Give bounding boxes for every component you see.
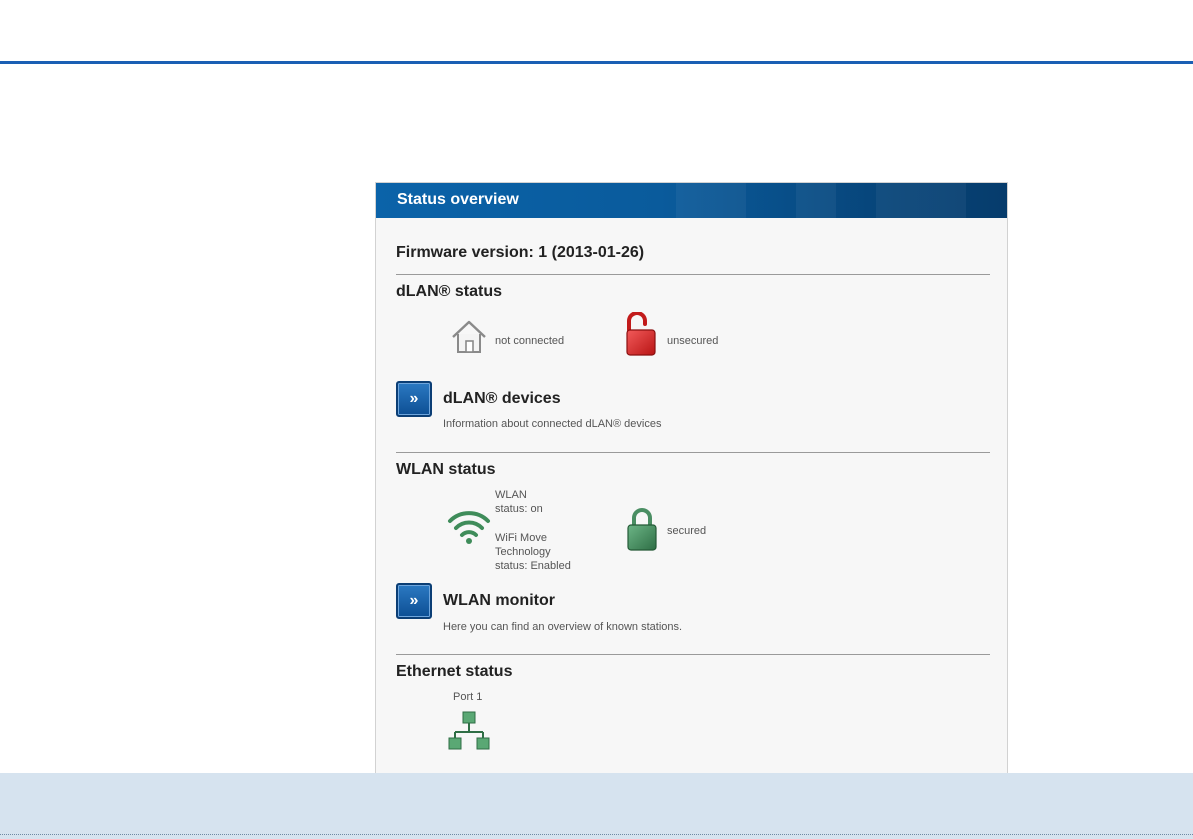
network-icon: [448, 711, 490, 750]
footer-dotted-rule: [0, 834, 1193, 836]
lock-closed-icon: [627, 508, 657, 551]
wlan-monitor-button[interactable]: »: [396, 583, 432, 619]
wlan-security-status: secured: [667, 525, 707, 537]
lock-open-icon: [626, 312, 656, 356]
wifimove-line2: Technology: [495, 546, 551, 558]
dlan-devices-link[interactable]: dLAN® devices: [443, 390, 561, 408]
home-icon: [452, 320, 486, 353]
double-chevron-right-icon: »: [409, 592, 419, 609]
panel-title: Status overview: [397, 191, 519, 208]
dlan-connection-status: not connected: [495, 335, 565, 347]
dlan-security-status: unsecured: [667, 335, 719, 347]
dlan-status-title: dLAN® status: [396, 283, 503, 300]
top-accent-rule: [0, 61, 1193, 64]
wlan-status-line2: status: on: [495, 503, 543, 515]
wlan-status-title: WLAN status: [396, 461, 496, 478]
wlan-monitor-link[interactable]: WLAN monitor: [443, 592, 555, 610]
wifimove-line1: WiFi Move: [495, 532, 547, 544]
dlan-devices-button[interactable]: »: [396, 381, 432, 417]
double-chevron-right-icon: »: [409, 390, 419, 407]
panel-header: Status overview: [376, 183, 1007, 218]
divider: [396, 452, 990, 453]
divider: [396, 274, 990, 275]
wifimove-line3: status: Enabled: [495, 560, 571, 572]
ethernet-status-title: Ethernet status: [396, 663, 513, 680]
footer-band: [0, 773, 1193, 839]
firmware-version: Firmware version: 1 (2013-01-26): [396, 244, 645, 261]
wifi-icon: [448, 511, 490, 544]
ethernet-port-label: Port 1: [453, 691, 483, 703]
status-overview-panel: Status overview Firmware version: 1 (201…: [375, 182, 1008, 773]
wlan-status-line1: WLAN: [495, 489, 527, 501]
dlan-devices-description: Information about connected dLAN® device…: [443, 418, 662, 430]
divider: [396, 654, 990, 655]
wlan-monitor-description: Here you can find an overview of known s…: [443, 621, 683, 633]
